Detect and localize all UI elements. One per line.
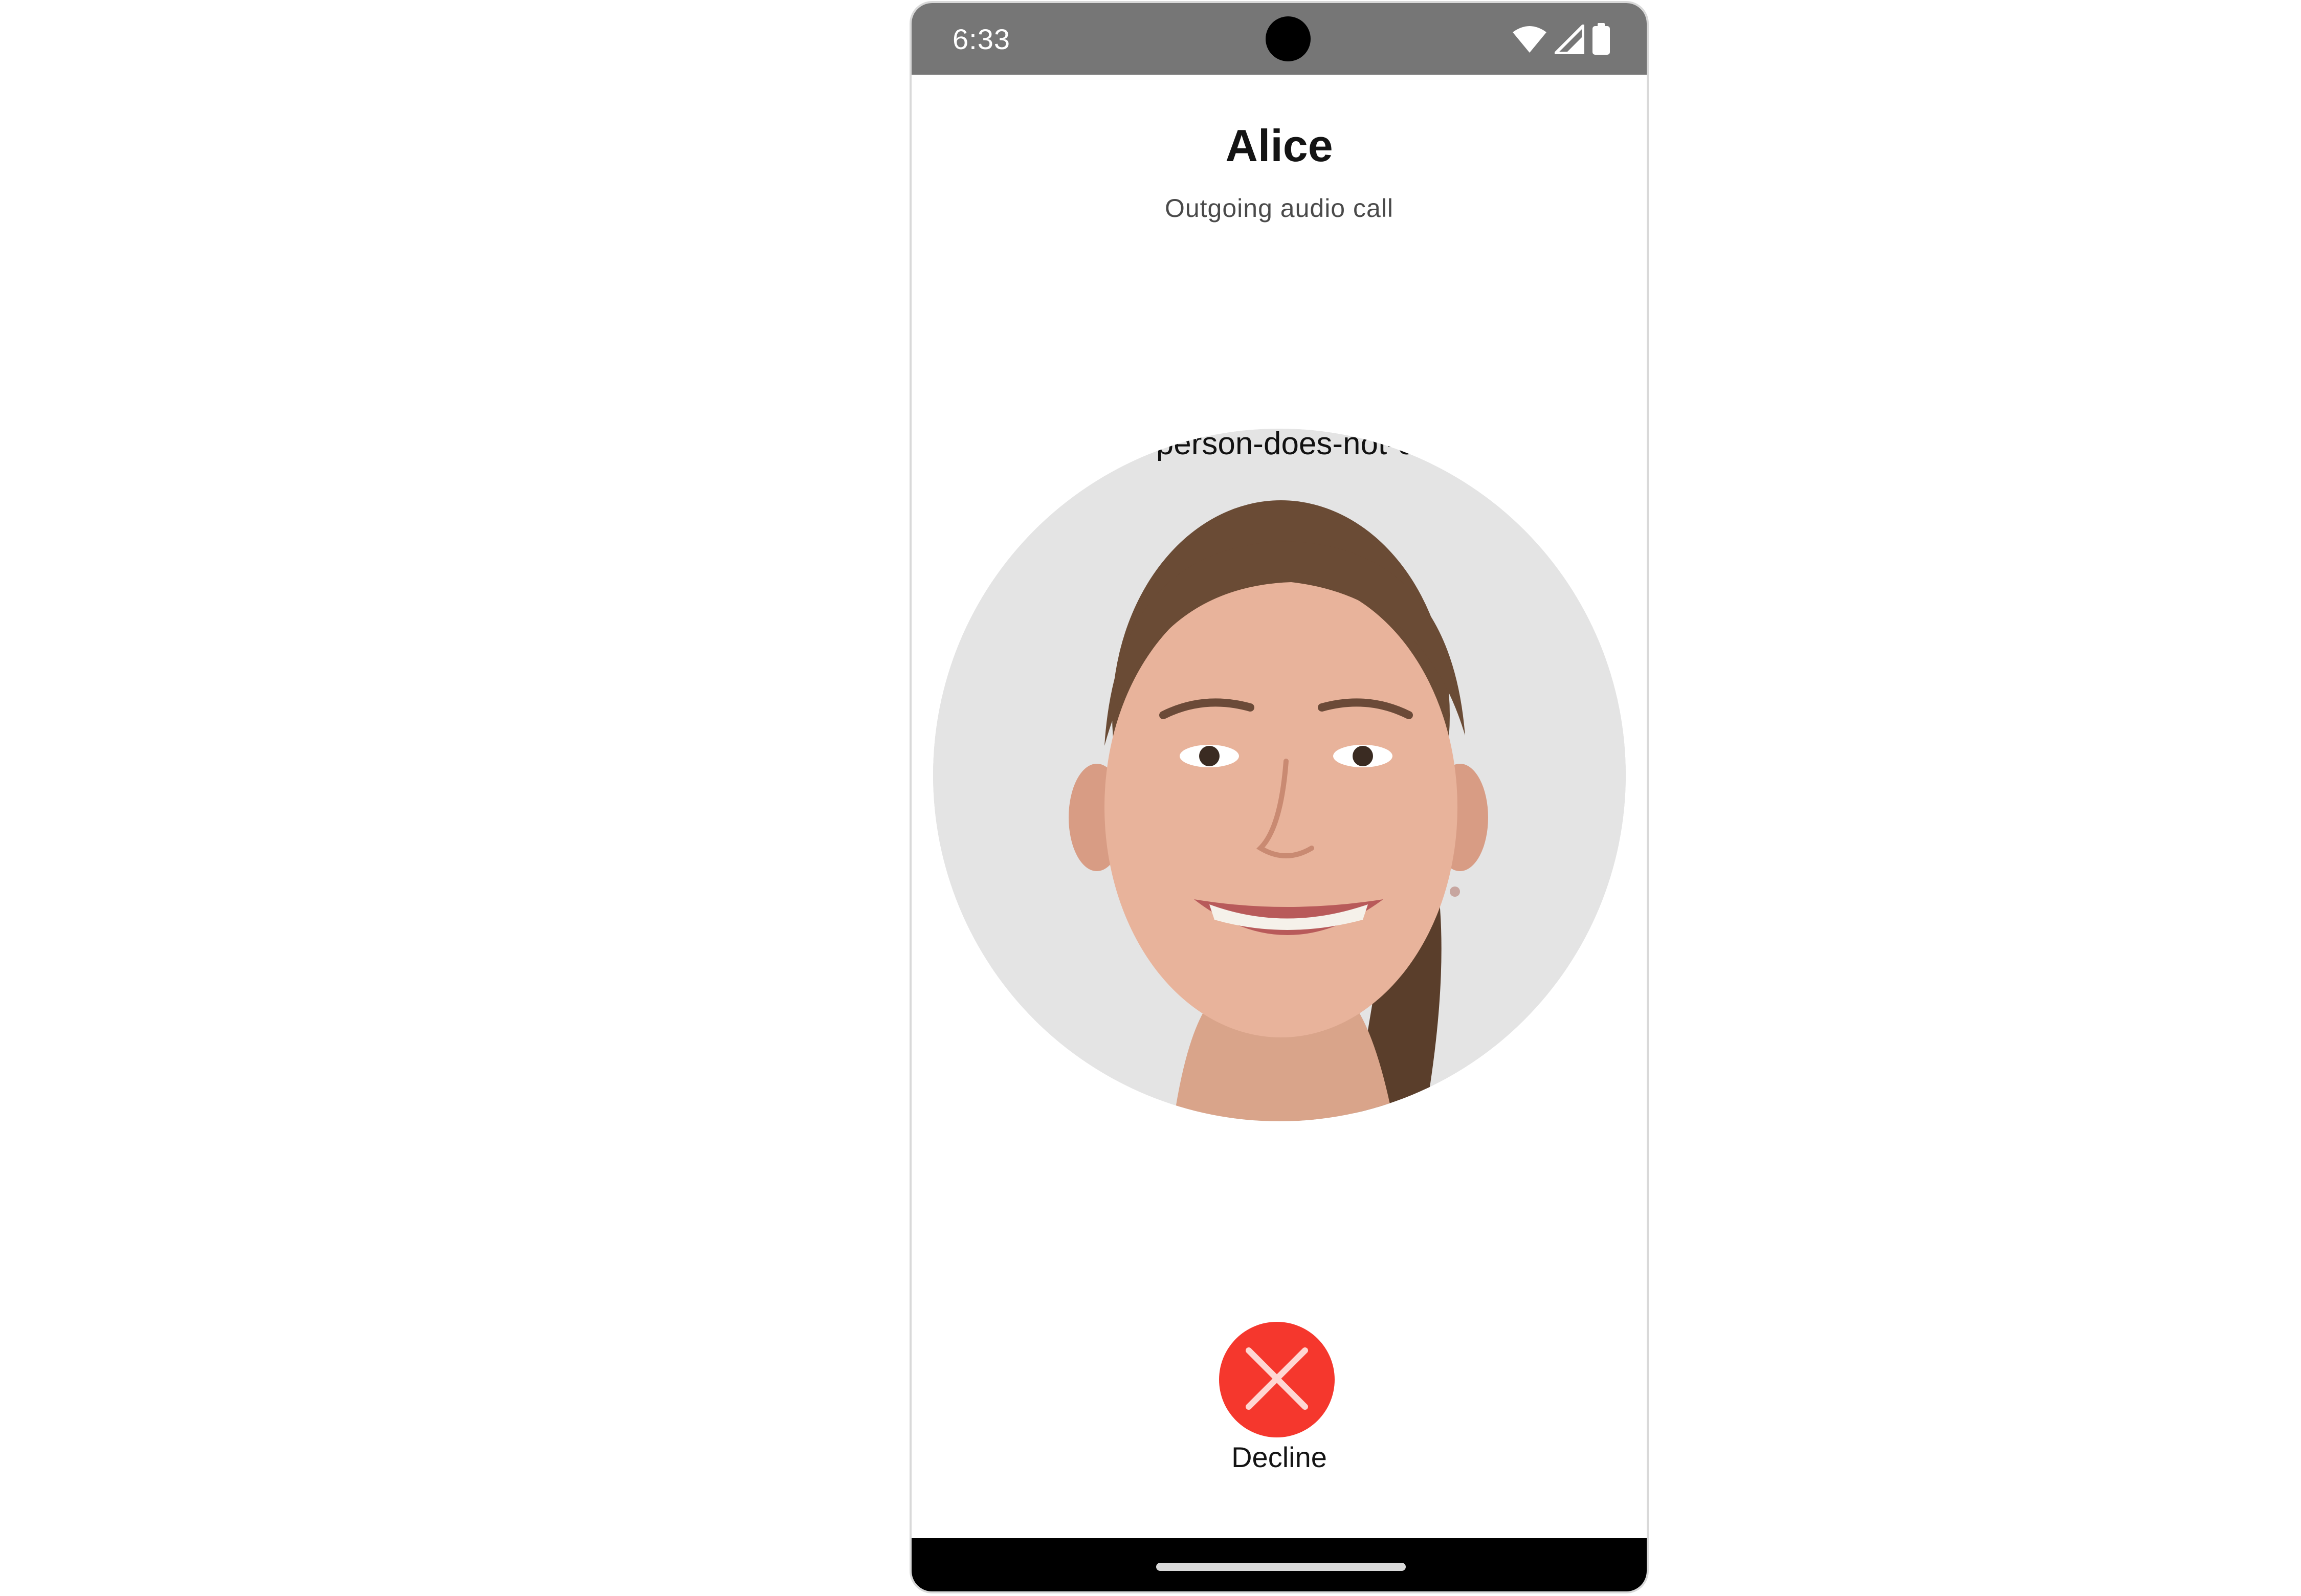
wifi-icon bbox=[1512, 25, 1547, 54]
navigation-bar bbox=[912, 1538, 1647, 1591]
phone-frame: 6:33 Alice Outgoing audio call this-pers… bbox=[910, 1, 1649, 1593]
avatar-portrait bbox=[933, 429, 1626, 1121]
screen-stage: 6:33 Alice Outgoing audio call this-pers… bbox=[0, 0, 2301, 1596]
avatar: this-person-does-not-exist bbox=[933, 429, 1626, 1121]
close-icon bbox=[1244, 1345, 1310, 1414]
status-time: 6:33 bbox=[953, 23, 1010, 55]
decline-button[interactable] bbox=[1219, 1322, 1335, 1437]
decline-label: Decline bbox=[1231, 1441, 1327, 1473]
home-indicator[interactable] bbox=[1156, 1563, 1406, 1571]
avatar-alt-text: this-person-does-not-exist bbox=[1096, 429, 1463, 461]
status-bar: 6:33 bbox=[912, 3, 1647, 75]
cellular-signal-icon bbox=[1555, 25, 1584, 54]
battery-icon bbox=[1591, 23, 1611, 56]
status-icons bbox=[1512, 21, 1611, 57]
front-camera bbox=[1266, 16, 1311, 61]
call-status: Outgoing audio call bbox=[1164, 194, 1394, 223]
caller-name: Alice bbox=[1225, 120, 1333, 171]
